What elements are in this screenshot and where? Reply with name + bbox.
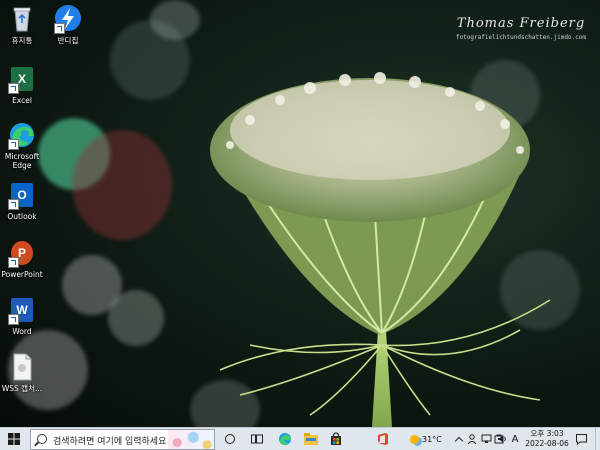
people-icon [467, 434, 477, 444]
search-icon [37, 434, 47, 444]
word-icon: W [7, 295, 37, 325]
desktop-icon-edge[interactable]: Microsoft Edge [0, 120, 48, 170]
tray-volume-button[interactable] [496, 428, 508, 450]
search-highlight-art [168, 430, 214, 449]
desktop-icon-label: Outlook [7, 212, 37, 221]
taskbar-clock[interactable]: 오후 3:03 2022-08-06 [523, 429, 571, 449]
network-icon [481, 434, 491, 443]
recycle-bin-icon [7, 4, 37, 34]
ime-label: A [511, 433, 519, 445]
flower-illustration [210, 72, 551, 427]
task-view-button[interactable] [245, 428, 269, 450]
volume-icon [498, 435, 506, 443]
taskbar-search-box[interactable]: 검색하려면 여기에 입력하세요 [30, 429, 215, 450]
shortcut-arrow-icon [8, 257, 19, 268]
powerpoint-icon: P [7, 238, 37, 268]
taskbar-store[interactable] [325, 428, 347, 450]
desktop-icon-bandizip[interactable]: 반디집 [42, 4, 94, 45]
clock-time: 오후 3:03 [530, 429, 564, 438]
desktop-icon-recycle-bin[interactable]: 휴지통 [0, 4, 48, 45]
chevron-up-icon [454, 436, 464, 445]
clock-date: 2022-08-06 [525, 439, 569, 448]
taskbar: 검색하려면 여기에 입력하세요 31°C A 오후 3:03 2022-08-0… [0, 427, 600, 450]
desktop-wallpaper: Thomas Freiberg fotografielichtundschatt… [0, 0, 600, 427]
watermark-name: Thomas Freiberg [456, 16, 586, 31]
shortcut-arrow-icon [8, 139, 19, 150]
search-placeholder: 검색하려면 여기에 입력하세요 [53, 437, 167, 447]
weather-icon [410, 434, 419, 444]
outlook-icon: O [7, 180, 37, 210]
cortana-icon [225, 434, 235, 444]
desktop-icon-label: Microsoft Edge [4, 152, 40, 170]
weather-widget[interactable]: 31°C [410, 428, 452, 450]
desktop-icon-outlook[interactable]: O Outlook [0, 180, 48, 221]
notification-icon [575, 433, 587, 445]
desktop-icon-label: WSS 캡처... [1, 384, 43, 393]
shortcut-arrow-icon [54, 23, 65, 34]
shortcut-arrow-icon [8, 83, 19, 94]
task-view-icon [251, 434, 263, 444]
desktop-icon-word[interactable]: W Word [0, 295, 48, 336]
start-button[interactable] [0, 428, 28, 450]
excel-icon: X [7, 64, 37, 94]
tray-person-button[interactable] [466, 428, 478, 450]
weather-temperature: 31°C [422, 434, 442, 444]
bandizip-icon [53, 4, 83, 34]
desktop-icon-label: PowerPoint [1, 270, 43, 279]
show-desktop-button[interactable] [595, 428, 600, 450]
desktop-icon-label: 휴지통 [11, 36, 33, 45]
desktop-icon-excel[interactable]: X Excel [0, 64, 48, 105]
tray-network-button[interactable] [480, 428, 492, 450]
taskbar-file-explorer[interactable] [300, 428, 322, 450]
desktop-icon-label: 반디집 [57, 36, 79, 45]
desktop-icon-label: Word [12, 327, 32, 336]
taskbar-office[interactable] [372, 428, 394, 450]
notification-center-button[interactable] [574, 428, 588, 450]
show-hidden-icons-button[interactable] [453, 428, 465, 450]
edge-icon [7, 120, 37, 150]
cortana-button[interactable] [219, 428, 241, 450]
shortcut-arrow-icon [8, 314, 19, 325]
store-icon [331, 432, 341, 445]
windows-logo-icon [8, 433, 20, 445]
edge-icon [279, 433, 291, 445]
photo-watermark: Thomas Freiberg fotografielichtundschatt… [456, 16, 586, 41]
taskbar-edge[interactable] [274, 428, 296, 450]
desktop-icon-powerpoint[interactable]: P PowerPoint [0, 238, 48, 279]
desktop-icon-file[interactable]: WSS 캡처... [0, 352, 48, 393]
ime-indicator[interactable]: A [508, 428, 522, 450]
watermark-url: fotografielichtundschatten.jimdo.com [455, 34, 586, 41]
file-icon [7, 352, 37, 382]
desktop-icon-label: Excel [12, 96, 32, 105]
file-explorer-icon [304, 433, 318, 445]
office-icon [378, 433, 388, 445]
shortcut-arrow-icon [8, 199, 19, 210]
